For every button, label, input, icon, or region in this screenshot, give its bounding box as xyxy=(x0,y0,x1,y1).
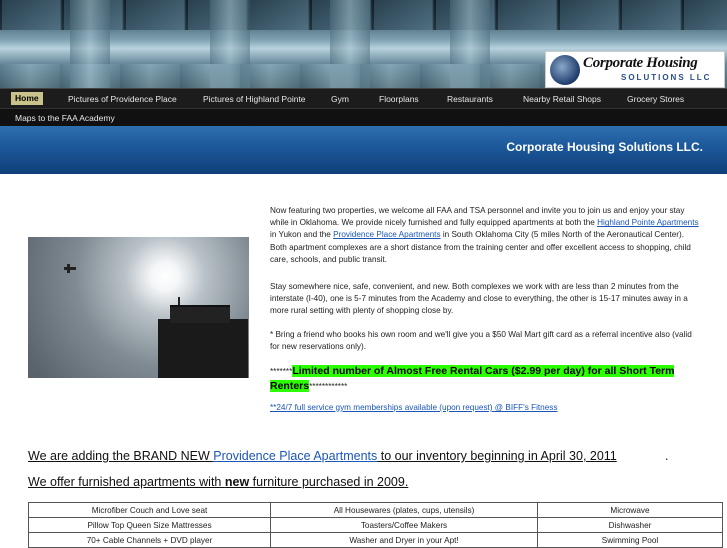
nav-gym[interactable]: Gym xyxy=(331,89,349,109)
table-row: 70+ Cable Channels + DVD player Washer a… xyxy=(28,532,723,548)
control-tower-photo xyxy=(28,237,249,378)
table-row: Pillow Top Queen Size Mattresses Toaster… xyxy=(28,517,723,533)
intro-text-b: in Yukon and the xyxy=(270,230,334,240)
table-cell: 70+ Cable Channels + DVD player xyxy=(28,532,271,548)
airplane-silhouette xyxy=(64,264,76,273)
table-row: Microfiber Couch and Love seat All House… xyxy=(28,502,723,518)
gym-membership-link[interactable]: **24/7 full service gym memberships avai… xyxy=(270,403,557,412)
table-cell: Pillow Top Queen Size Mattresses xyxy=(28,517,271,533)
banner-title: Corporate Housing Solutions LLC. xyxy=(506,140,703,154)
intro-paragraph-2: Stay somewhere nice, safe, convenient, a… xyxy=(270,282,688,316)
rental-car-promo: *******Limited number of Almost Free Ren… xyxy=(270,364,702,394)
nav-floorplans[interactable]: Floorplans xyxy=(379,89,419,109)
company-logo[interactable]: Corporate Housing SOLUTIONS LLC xyxy=(545,51,725,88)
nav-nearby-retail-shops[interactable]: Nearby Retail Shops xyxy=(523,89,601,109)
logo-title: Corporate Housing xyxy=(583,55,698,71)
nav-maps-faa-academy[interactable]: Maps to the FAA Academy xyxy=(15,109,115,127)
nav-pictures-providence-place[interactable]: Pictures of Providence Place xyxy=(68,89,177,109)
gym-paragraph: **24/7 full service gym memberships avai… xyxy=(270,402,702,414)
headline-providence-place-link[interactable]: Providence Place Apartments xyxy=(213,449,377,463)
logo-subtitle: SOLUTIONS LLC xyxy=(621,73,712,82)
intro-paragraph-1: Now featuring two properties, we welcome… xyxy=(270,205,702,266)
table-cell: Swimming Pool xyxy=(537,532,723,548)
headline1-text-a: We are adding the BRAND NEW xyxy=(28,449,214,463)
header-banner-image: Corporate Housing SOLUTIONS LLC xyxy=(0,0,727,88)
table-cell: All Housewares (plates, cups, utensils) xyxy=(270,502,538,518)
headline2-bold: new xyxy=(224,475,250,489)
table-cell: Toasters/Coffee Makers xyxy=(270,517,538,533)
globe-icon xyxy=(550,55,580,85)
headline1-period: . xyxy=(665,449,669,463)
table-cell: Dishwasher xyxy=(537,517,723,533)
promo-prefix: ******* xyxy=(270,367,293,376)
amenities-table: Microfiber Couch and Love seat All House… xyxy=(28,502,723,548)
highland-pointe-link[interactable]: Highland Pointe Apartments xyxy=(597,218,699,227)
main-nav: Home Pictures of Providence Place Pictur… xyxy=(0,88,727,109)
headline-furnished: We offer furnished apartments with new f… xyxy=(28,475,408,489)
headline-new-apartments: We are adding the BRAND NEW Providence P… xyxy=(28,449,617,463)
referral-paragraph: * Bring a friend who books his own room … xyxy=(270,330,692,352)
nav-pictures-highland-pointe[interactable]: Pictures of Highland Pointe xyxy=(203,89,306,109)
title-banner: Corporate Housing Solutions LLC. xyxy=(0,126,727,174)
headline1-text-b: to our inventory beginning in April 30, … xyxy=(377,449,617,463)
headline2-text-a: We offer furnished apartments with xyxy=(28,475,225,489)
nav-home[interactable]: Home xyxy=(11,92,43,105)
secondary-nav: Maps to the FAA Academy xyxy=(0,108,727,127)
table-cell: Washer and Dryer in your Apt! xyxy=(270,532,538,548)
control-tower-silhouette xyxy=(158,305,248,378)
promo-suffix: ************ xyxy=(309,382,348,391)
nav-restaurants[interactable]: Restaurants xyxy=(447,89,493,109)
headline2-text-b: furniture purchased in 2009. xyxy=(249,475,409,489)
nav-grocery-stores[interactable]: Grocery Stores xyxy=(627,89,684,109)
providence-place-link[interactable]: Providence Place Apartments xyxy=(333,230,440,239)
table-cell: Microwave xyxy=(537,502,723,518)
table-cell: Microfiber Couch and Love seat xyxy=(28,502,271,518)
